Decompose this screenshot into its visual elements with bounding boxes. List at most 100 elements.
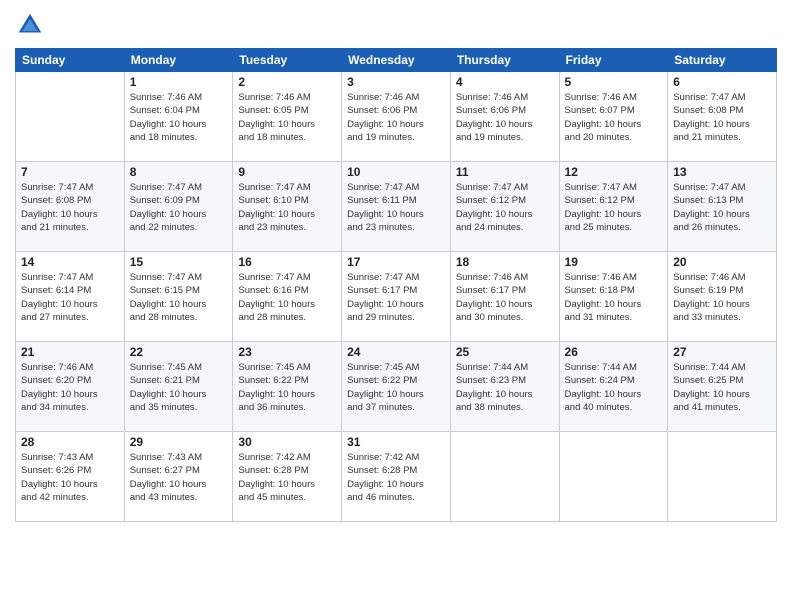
day-number: 17 [347,255,445,269]
day-info: Sunrise: 7:46 AMSunset: 6:05 PMDaylight:… [238,91,336,144]
day-cell: 4 Sunrise: 7:46 AMSunset: 6:06 PMDaylight… [450,72,559,162]
day-cell: 28 Sunrise: 7:43 AMSunset: 6:26 PMDayligh… [16,432,125,522]
day-number: 5 [565,75,663,89]
day-cell: 26 Sunrise: 7:44 AMSunset: 6:24 PMDayligh… [559,342,668,432]
week-row-5: 28 Sunrise: 7:43 AMSunset: 6:26 PMDayligh… [16,432,777,522]
calendar: SundayMondayTuesdayWednesdayThursdayFrid… [15,48,777,522]
day-info: Sunrise: 7:43 AMSunset: 6:27 PMDaylight:… [130,451,228,504]
day-info: Sunrise: 7:46 AMSunset: 6:06 PMDaylight:… [347,91,445,144]
day-number: 11 [456,165,554,179]
day-info: Sunrise: 7:47 AMSunset: 6:10 PMDaylight:… [238,181,336,234]
day-number: 19 [565,255,663,269]
day-cell: 24 Sunrise: 7:45 AMSunset: 6:22 PMDayligh… [342,342,451,432]
page: SundayMondayTuesdayWednesdayThursdayFrid… [0,0,792,612]
day-number: 29 [130,435,228,449]
day-cell: 8 Sunrise: 7:47 AMSunset: 6:09 PMDaylight… [124,162,233,252]
day-number: 15 [130,255,228,269]
week-row-1: 1Sunrise: 7:46 AMSunset: 6:04 PMDaylight… [16,72,777,162]
day-cell: 14Sunrise: 7:47 AMSunset: 6:14 PMDayligh… [16,252,125,342]
day-cell: 20Sunrise: 7:46 AMSunset: 6:19 PMDayligh… [668,252,777,342]
day-cell: 31 Sunrise: 7:42 AMSunset: 6:28 PMDayligh… [342,432,451,522]
day-info: Sunrise: 7:46 AMSunset: 6:17 PMDaylight:… [456,271,554,324]
day-info: Sunrise: 7:45 AMSunset: 6:22 PMDaylight:… [347,361,445,414]
day-info: Sunrise: 7:46 AMSunset: 6:07 PMDaylight:… [565,91,663,144]
day-cell: 29 Sunrise: 7:43 AMSunset: 6:27 PMDayligh… [124,432,233,522]
weekday-header-friday: Friday [559,49,668,72]
logo-icon [15,10,45,40]
day-number: 24 [347,345,445,359]
day-info: Sunrise: 7:46 AMSunset: 6:20 PMDaylight:… [21,361,119,414]
day-cell: 6 Sunrise: 7:47 AMSunset: 6:08 PMDaylight… [668,72,777,162]
weekday-header-wednesday: Wednesday [342,49,451,72]
day-cell: 19 Sunrise: 7:46 AMSunset: 6:18 PMDayligh… [559,252,668,342]
day-number: 18 [456,255,554,269]
day-cell: 5 Sunrise: 7:46 AMSunset: 6:07 PMDaylight… [559,72,668,162]
week-row-3: 14Sunrise: 7:47 AMSunset: 6:14 PMDayligh… [16,252,777,342]
weekday-header-tuesday: Tuesday [233,49,342,72]
day-number: 2 [238,75,336,89]
day-info: Sunrise: 7:47 AMSunset: 6:13 PMDaylight:… [673,181,771,234]
day-cell: 9 Sunrise: 7:47 AMSunset: 6:10 PMDaylight… [233,162,342,252]
day-info: Sunrise: 7:46 AMSunset: 6:06 PMDaylight:… [456,91,554,144]
day-cell: 12Sunrise: 7:47 AMSunset: 6:12 PMDayligh… [559,162,668,252]
day-info: Sunrise: 7:47 AMSunset: 6:08 PMDaylight:… [673,91,771,144]
day-info: Sunrise: 7:43 AMSunset: 6:26 PMDaylight:… [21,451,119,504]
day-info: Sunrise: 7:47 AMSunset: 6:17 PMDaylight:… [347,271,445,324]
day-number: 20 [673,255,771,269]
week-row-2: 7Sunrise: 7:47 AMSunset: 6:08 PMDaylight… [16,162,777,252]
weekday-header-sunday: Sunday [16,49,125,72]
day-cell: 21 Sunrise: 7:46 AMSunset: 6:20 PMDayligh… [16,342,125,432]
day-number: 26 [565,345,663,359]
day-number: 10 [347,165,445,179]
day-number: 23 [238,345,336,359]
day-cell: 3Sunrise: 7:46 AMSunset: 6:06 PMDaylight… [342,72,451,162]
day-info: Sunrise: 7:44 AMSunset: 6:25 PMDaylight:… [673,361,771,414]
day-info: Sunrise: 7:47 AMSunset: 6:08 PMDaylight:… [21,181,119,234]
day-info: Sunrise: 7:44 AMSunset: 6:24 PMDaylight:… [565,361,663,414]
day-info: Sunrise: 7:44 AMSunset: 6:23 PMDaylight:… [456,361,554,414]
day-number: 4 [456,75,554,89]
day-cell: 22 Sunrise: 7:45 AMSunset: 6:21 PMDayligh… [124,342,233,432]
day-info: Sunrise: 7:45 AMSunset: 6:21 PMDaylight:… [130,361,228,414]
day-number: 1 [130,75,228,89]
day-number: 13 [673,165,771,179]
weekday-header-saturday: Saturday [668,49,777,72]
logo [15,10,49,40]
day-info: Sunrise: 7:47 AMSunset: 6:16 PMDaylight:… [238,271,336,324]
day-cell: 10 Sunrise: 7:47 AMSunset: 6:11 PMDayligh… [342,162,451,252]
day-cell [559,432,668,522]
day-info: Sunrise: 7:47 AMSunset: 6:11 PMDaylight:… [347,181,445,234]
day-info: Sunrise: 7:47 AMSunset: 6:14 PMDaylight:… [21,271,119,324]
day-info: Sunrise: 7:42 AMSunset: 6:28 PMDaylight:… [238,451,336,504]
day-info: Sunrise: 7:47 AMSunset: 6:09 PMDaylight:… [130,181,228,234]
day-info: Sunrise: 7:47 AMSunset: 6:12 PMDaylight:… [565,181,663,234]
day-cell: 18 Sunrise: 7:46 AMSunset: 6:17 PMDayligh… [450,252,559,342]
day-number: 8 [130,165,228,179]
day-number: 16 [238,255,336,269]
day-info: Sunrise: 7:46 AMSunset: 6:18 PMDaylight:… [565,271,663,324]
day-number: 6 [673,75,771,89]
day-cell: 11 Sunrise: 7:47 AMSunset: 6:12 PMDayligh… [450,162,559,252]
weekday-header-thursday: Thursday [450,49,559,72]
day-info: Sunrise: 7:42 AMSunset: 6:28 PMDaylight:… [347,451,445,504]
week-row-4: 21 Sunrise: 7:46 AMSunset: 6:20 PMDayligh… [16,342,777,432]
day-number: 9 [238,165,336,179]
day-number: 22 [130,345,228,359]
day-number: 21 [21,345,119,359]
day-cell: 17 Sunrise: 7:47 AMSunset: 6:17 PMDayligh… [342,252,451,342]
day-cell [16,72,125,162]
day-number: 27 [673,345,771,359]
day-info: Sunrise: 7:47 AMSunset: 6:15 PMDaylight:… [130,271,228,324]
day-info: Sunrise: 7:45 AMSunset: 6:22 PMDaylight:… [238,361,336,414]
day-cell: 30Sunrise: 7:42 AMSunset: 6:28 PMDayligh… [233,432,342,522]
day-cell: 25Sunrise: 7:44 AMSunset: 6:23 PMDayligh… [450,342,559,432]
day-cell: 16 Sunrise: 7:47 AMSunset: 6:16 PMDayligh… [233,252,342,342]
day-info: Sunrise: 7:47 AMSunset: 6:12 PMDaylight:… [456,181,554,234]
day-cell: 1Sunrise: 7:46 AMSunset: 6:04 PMDaylight… [124,72,233,162]
day-number: 31 [347,435,445,449]
day-cell [450,432,559,522]
day-number: 28 [21,435,119,449]
day-cell: 2 Sunrise: 7:46 AMSunset: 6:05 PMDaylight… [233,72,342,162]
day-cell [668,432,777,522]
header [15,10,777,40]
